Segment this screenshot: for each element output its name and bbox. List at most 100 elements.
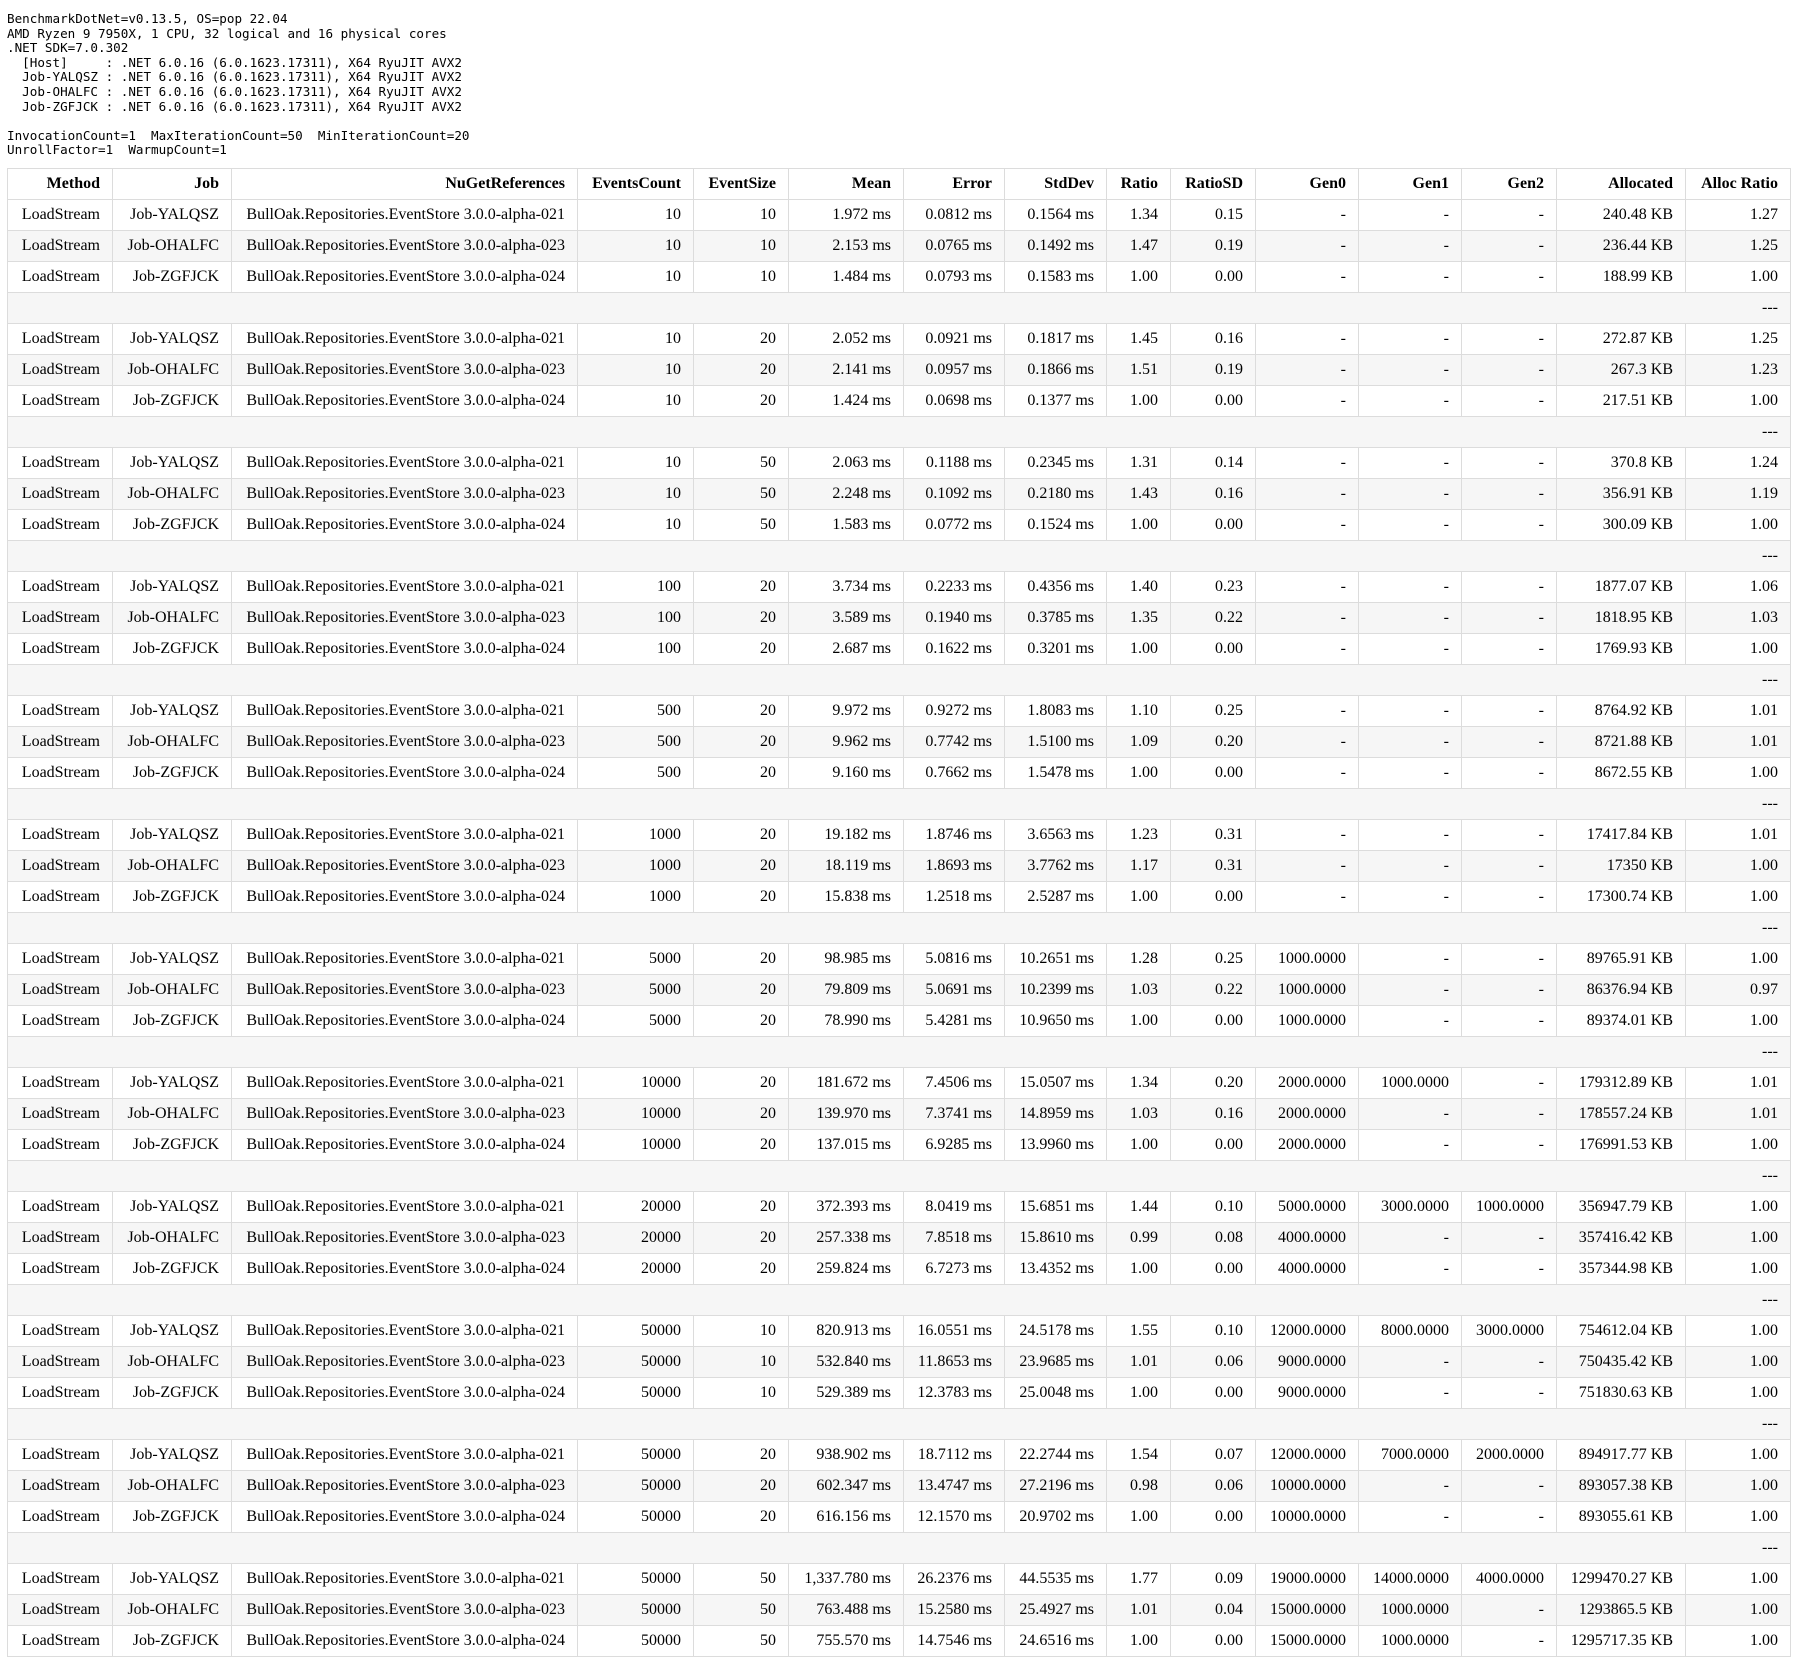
table-cell: - — [1461, 694, 1557, 727]
table-cell: Job-ZGFJCK — [112, 1004, 232, 1037]
table-cell: 13.4747 ms — [903, 1469, 1005, 1502]
table-cell: BullOak.Repositories.EventStore 3.0.0-al… — [231, 1128, 578, 1161]
table-cell: 2.248 ms — [788, 477, 904, 510]
table-cell: 500 — [577, 725, 694, 758]
table-cell: 0.19 — [1170, 353, 1256, 386]
table-cell: Job-YALQSZ — [112, 446, 232, 479]
table-cell: LoadStream — [7, 1438, 113, 1471]
table-cell: 0.16 — [1170, 322, 1256, 355]
table-cell: 7.8518 ms — [903, 1221, 1005, 1254]
table-row: LoadStream Job-YALQSZ BullOak.Repositories… — [7, 1438, 1791, 1471]
table-row: LoadStream Job-ZGFJCK BullOak.Repositories… — [7, 1376, 1791, 1409]
table-cell: 10 — [693, 260, 789, 293]
table-cell: 20 — [693, 942, 789, 975]
table-cell: 15000.0000 — [1255, 1593, 1359, 1626]
table-cell: 20 — [693, 1438, 789, 1471]
table-cell: 10 — [577, 446, 694, 479]
table-cell: BullOak.Repositories.EventStore 3.0.0-al… — [231, 756, 578, 789]
table-cell: 893057.38 KB — [1556, 1469, 1686, 1502]
table-cell: 370.8 KB — [1556, 446, 1686, 479]
table-cell: 0.16 — [1170, 477, 1256, 510]
table-cell: 8721.88 KB — [1556, 725, 1686, 758]
table-cell: 10 — [577, 260, 694, 293]
table-cell: 1000.0000 — [1255, 942, 1359, 975]
table-cell: 1000.0000 — [1358, 1624, 1462, 1657]
table-cell: 2000.0000 — [1255, 1128, 1359, 1161]
table-cell: 1295717.35 KB — [1556, 1624, 1686, 1657]
table-cell: 5000 — [577, 973, 694, 1006]
table-cell: LoadStream — [7, 694, 113, 727]
table-cell: 1.10 — [1106, 694, 1171, 727]
table-cell: 1.01 — [1106, 1345, 1171, 1378]
table-cell: BullOak.Repositories.EventStore 3.0.0-al… — [231, 260, 578, 293]
table-cell: BullOak.Repositories.EventStore 3.0.0-al… — [231, 229, 578, 262]
table-row: LoadStream Job-ZGFJCK BullOak.Repositories… — [7, 1128, 1791, 1161]
table-cell: 4000.0000 — [1255, 1252, 1359, 1285]
table-cell: 20 — [693, 384, 789, 417]
table-cell: 0.31 — [1170, 849, 1256, 882]
table-cell: 1.51 — [1106, 353, 1171, 386]
table-cell: 15.8610 ms — [1004, 1221, 1107, 1254]
table-cell: 79.809 ms — [788, 973, 904, 1006]
table-cell: 1.43 — [1106, 477, 1171, 510]
table-cell: - — [1358, 1500, 1462, 1533]
table-cell: 0.08 — [1170, 1221, 1256, 1254]
table-row: LoadStream Job-YALQSZ BullOak.Repositories… — [7, 818, 1791, 851]
separator-cell: --- — [7, 539, 1791, 572]
table-cell: 50000 — [577, 1562, 694, 1595]
table-cell: 10.9650 ms — [1004, 1004, 1107, 1037]
table-cell: - — [1255, 508, 1359, 541]
table-cell: 15000.0000 — [1255, 1624, 1359, 1657]
table-cell: 0.1817 ms — [1004, 322, 1107, 355]
table-cell: 50000 — [577, 1376, 694, 1409]
table-cell: - — [1358, 756, 1462, 789]
table-cell: - — [1461, 1066, 1557, 1099]
table-row: LoadStream Job-OHALFC BullOak.Repositories… — [7, 1345, 1791, 1378]
table-cell: 1.484 ms — [788, 260, 904, 293]
separator-row: --- — [7, 1283, 1791, 1316]
table-cell: 20 — [693, 1066, 789, 1099]
table-cell: 0.00 — [1170, 384, 1256, 417]
table-cell: 0.2345 ms — [1004, 446, 1107, 479]
table-cell: Job-ZGFJCK — [112, 384, 232, 417]
table-cell: 0.00 — [1170, 880, 1256, 913]
table-cell: 1.00 — [1106, 508, 1171, 541]
table-cell: LoadStream — [7, 1097, 113, 1130]
table-cell: 356.91 KB — [1556, 477, 1686, 510]
table-cell: 50 — [693, 446, 789, 479]
table-cell: - — [1255, 849, 1359, 882]
table-row: LoadStream Job-OHALFC BullOak.Repositories… — [7, 725, 1791, 758]
table-cell: 10 — [693, 198, 789, 231]
table-cell: BullOak.Repositories.EventStore 3.0.0-al… — [231, 1562, 578, 1595]
table-cell: - — [1255, 446, 1359, 479]
table-cell: 1000 — [577, 880, 694, 913]
table-cell: 1.24 — [1685, 446, 1791, 479]
table-cell: Job-OHALFC — [112, 1097, 232, 1130]
table-cell: 20000 — [577, 1190, 694, 1223]
table-cell: 0.00 — [1170, 1252, 1256, 1285]
table-cell: 0.00 — [1170, 1004, 1256, 1037]
table-cell: 0.00 — [1170, 1624, 1256, 1657]
table-cell: BullOak.Repositories.EventStore 3.0.0-al… — [231, 1376, 578, 1409]
table-cell: 236.44 KB — [1556, 229, 1686, 262]
table-cell: - — [1461, 632, 1557, 665]
table-cell: Job-ZGFJCK — [112, 260, 232, 293]
table-cell: 0.14 — [1170, 446, 1256, 479]
table-cell: 18.119 ms — [788, 849, 904, 882]
table-cell: BullOak.Repositories.EventStore 3.0.0-al… — [231, 1252, 578, 1285]
table-cell: 0.00 — [1170, 260, 1256, 293]
table-cell: Job-OHALFC — [112, 353, 232, 386]
table-cell: 0.3201 ms — [1004, 632, 1107, 665]
table-cell: 820.913 ms — [788, 1314, 904, 1347]
table-cell: 1.00 — [1685, 1562, 1791, 1595]
table-cell: 0.3785 ms — [1004, 601, 1107, 634]
table-cell: BullOak.Repositories.EventStore 3.0.0-al… — [231, 1469, 578, 1502]
table-cell: 20 — [693, 353, 789, 386]
table-row: LoadStream Job-OHALFC BullOak.Repositories… — [7, 1469, 1791, 1502]
column-header: Alloc Ratio — [1685, 167, 1791, 200]
table-cell: - — [1461, 849, 1557, 882]
table-cell: - — [1461, 384, 1557, 417]
table-cell: 0.7742 ms — [903, 725, 1005, 758]
table-cell: BullOak.Repositories.EventStore 3.0.0-al… — [231, 1500, 578, 1533]
table-cell: 1.25 — [1685, 322, 1791, 355]
